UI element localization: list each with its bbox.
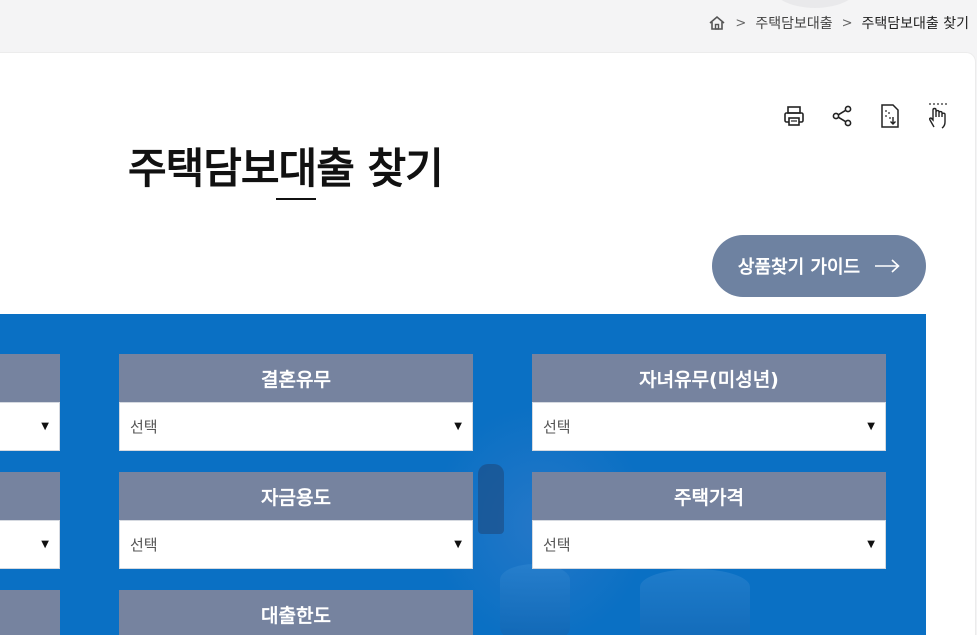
children-select[interactable]: 선택 ▼ [532,402,886,451]
caret-down-icon: ▼ [41,539,49,550]
filter-left-3 [0,590,60,635]
filter-label: 자녀유무(미성년) [532,354,886,402]
caret-down-icon: ▼ [454,539,462,550]
chevron-right-icon: > [841,15,853,31]
home-icon[interactable] [708,14,726,32]
filter-label: 주택가격 [532,472,886,520]
tool-bar [770,98,962,134]
filter-select[interactable]: ▼ [0,520,60,569]
touch-icon[interactable] [914,98,962,134]
figurine-image [478,464,504,534]
coin-stack-image [640,569,750,635]
filter-panel: ▼ ▼ 결혼유무 선택 ▼ 자금용도 선택 ▼ 대출한도 자녀유무(미성년) 선… [0,314,926,635]
print-icon[interactable] [770,98,818,134]
product-guide-label: 상품찾기 가이드 [737,257,861,278]
filter-marriage: 결혼유무 선택 ▼ [119,354,473,451]
filter-label: 자금용도 [119,472,473,520]
decorative-arc [770,0,860,8]
filter-select[interactable]: ▼ [0,402,60,451]
caret-down-icon: ▼ [867,421,875,432]
download-icon[interactable] [866,98,914,134]
breadcrumb-current: 주택담보대출 찾기 [861,16,970,32]
chevron-right-icon: > [735,15,747,31]
filter-purpose: 자금용도 선택 ▼ [119,472,473,569]
caret-down-icon: ▼ [41,421,49,432]
house-price-select[interactable]: 선택 ▼ [532,520,886,569]
arrow-right-icon [874,259,900,273]
marriage-select[interactable]: 선택 ▼ [119,402,473,451]
select-value: 선택 [543,418,571,436]
filter-label: 결혼유무 [119,354,473,402]
filter-label [0,590,60,635]
filter-label [0,354,60,402]
caret-down-icon: ▼ [454,421,462,432]
coin-stack-image [500,564,570,635]
filter-label [0,472,60,520]
filter-left-2: ▼ [0,472,60,569]
select-value: 선택 [543,536,571,554]
product-guide-button[interactable]: 상품찾기 가이드 [712,235,926,297]
filter-house-price: 주택가격 선택 ▼ [532,472,886,569]
page-title: 주택담보대출 찾기 [128,144,444,193]
title-underline [276,198,316,200]
filter-left-1: ▼ [0,354,60,451]
share-icon[interactable] [818,98,866,134]
filter-children: 자녀유무(미성년) 선택 ▼ [532,354,886,451]
select-value: 선택 [130,536,158,554]
purpose-select[interactable]: 선택 ▼ [119,520,473,569]
breadcrumb-item[interactable]: 주택담보대출 [755,13,832,33]
filter-loan-limit: 대출한도 [119,590,473,635]
filter-label: 대출한도 [119,590,473,635]
top-bar: > 주택담보대출 > 주택담보대출 찾기 [0,0,977,52]
caret-down-icon: ▼ [867,539,875,550]
breadcrumb: > 주택담보대출 > 주택담보대출 찾기 [708,13,969,33]
select-value: 선택 [130,418,158,436]
